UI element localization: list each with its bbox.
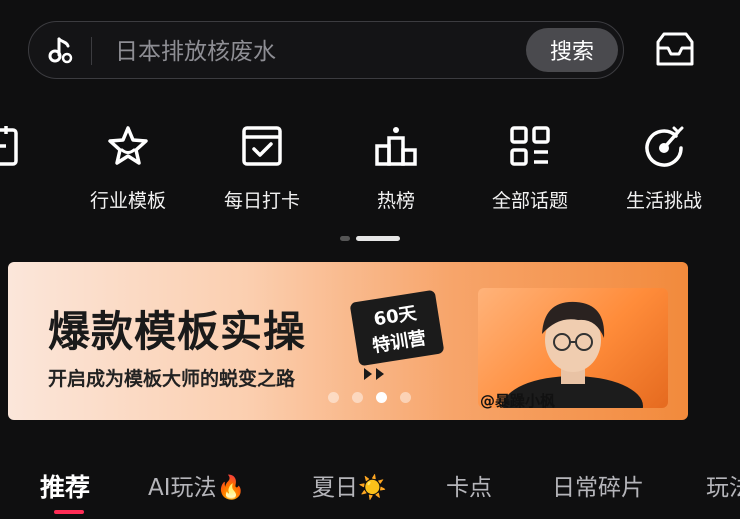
grid-icon [510, 126, 550, 166]
nav-label: 日 [0, 186, 76, 213]
star-icon [108, 126, 148, 165]
page-dot-inactive [340, 236, 350, 241]
banner-subtitle: 开启成为模板大师的蜕变之路 [48, 368, 296, 390]
banner-title: 爆款模板实操 [48, 307, 307, 356]
tab-daily-fragments[interactable]: 日常碎片 [552, 468, 644, 502]
camp-badge: 60天 特训营 [349, 289, 445, 367]
quick-nav: 日 行业模板 每日打卡 热榜 全部话 [0, 120, 740, 230]
nav-item-life-challenge[interactable]: 生活挑战 [609, 120, 719, 230]
nav-item-hot-list[interactable]: 热榜 [341, 120, 451, 230]
tab-ai-play[interactable]: AI玩法🔥 [148, 468, 245, 502]
carousel-dot [328, 392, 339, 403]
tab-beat-sync[interactable]: 卡点 [446, 468, 492, 502]
double-arrow-icon [364, 368, 384, 380]
tab-summer[interactable]: 夏日☀️ [312, 468, 387, 502]
music-note-icon[interactable] [47, 36, 75, 66]
carousel-dot-active [376, 392, 387, 403]
nav-item-daily-checkin[interactable]: 每日打卡 [207, 120, 317, 230]
nav-label: 生活挑战 [625, 190, 702, 212]
check-calendar-icon [242, 126, 282, 166]
tab-gameplay[interactable]: 玩法 [706, 468, 740, 502]
search-divider [91, 37, 92, 65]
nav-label: 每日打卡 [223, 190, 300, 212]
nav-item-industry-templates[interactable]: 行业模板 [73, 120, 183, 230]
category-tabs: 推荐 AI玩法🔥 夏日☀️ 卡点 日常碎片 玩法 [0, 460, 740, 519]
inbox-icon[interactable] [652, 30, 698, 70]
page-dot-active [356, 236, 400, 241]
nav-item-all-topics[interactable]: 全部话题 [475, 120, 585, 230]
carousel-dot [400, 392, 411, 403]
target-icon [645, 126, 684, 167]
tab-recommend[interactable]: 推荐 [40, 468, 90, 504]
active-tab-underline [54, 510, 84, 514]
nav-page-indicator [340, 236, 400, 242]
nav-label: 全部话题 [491, 190, 568, 212]
carousel-dot [352, 392, 363, 403]
podium-icon [375, 127, 417, 166]
calendar-icon [0, 126, 18, 166]
carousel-dots [328, 392, 418, 406]
nav-item-partial[interactable]: 日 [0, 120, 50, 230]
nav-label: 热榜 [376, 190, 415, 212]
presenter-caption: @暴躁小枫 [480, 392, 556, 410]
search-bar[interactable]: 搜索 [28, 21, 624, 79]
search-input[interactable] [113, 32, 517, 72]
search-button[interactable]: 搜索 [526, 28, 618, 72]
promo-banner[interactable]: 爆款模板实操 开启成为模板大师的蜕变之路 60天 特训营 @暴躁小枫 [8, 262, 688, 420]
nav-label: 行业模板 [89, 190, 166, 212]
